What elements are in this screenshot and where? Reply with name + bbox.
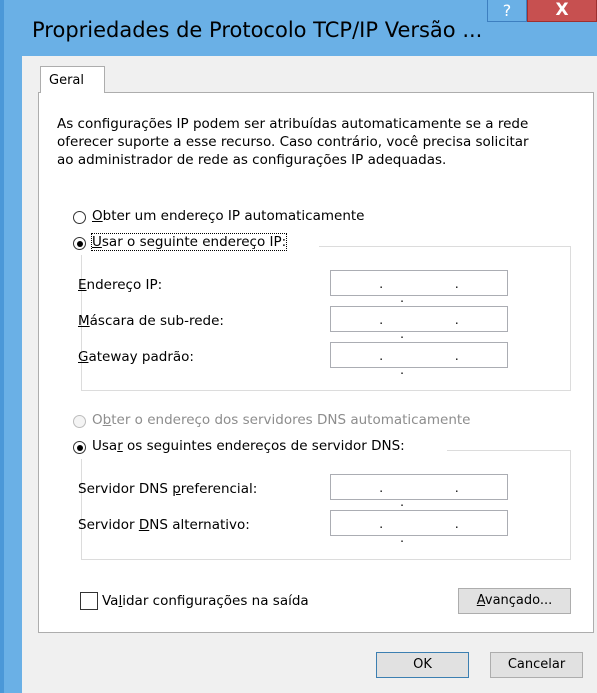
ip-address-label: Endereço IP: xyxy=(78,277,163,293)
subnet-mask-value: . . . xyxy=(379,313,493,341)
validate-checkbox[interactable] xyxy=(80,592,98,610)
cancel-button[interactable]: Cancelar xyxy=(490,652,583,678)
ip-address-input[interactable]: . . . xyxy=(330,270,508,305)
subnet-mask-label: Máscara de sub-rede: xyxy=(78,313,224,329)
window-title: Propriedades de Protocolo TCP/IP Versão … xyxy=(32,18,483,42)
gateway-value: . . . xyxy=(379,349,493,377)
close-button[interactable]: X xyxy=(527,0,597,22)
title-bar[interactable]: Propriedades de Protocolo TCP/IP Versão … xyxy=(22,0,597,56)
ip-address-value: . . . xyxy=(379,277,493,305)
close-icon: X xyxy=(555,0,569,20)
radio-dns-auto-label[interactable]: Obter o endereço dos servidores DNS auto… xyxy=(92,412,471,428)
tab-geral[interactable]: Geral xyxy=(40,66,105,93)
radio-dns-manual-label[interactable]: Usar os seguintes endereços de servidor … xyxy=(92,438,405,454)
advanced-button[interactable]: Avançado... xyxy=(458,588,571,614)
radio-ip-auto-label[interactable]: Obter um endereço IP automaticamente xyxy=(92,208,365,224)
preferred-dns-input[interactable]: . . . xyxy=(330,474,508,509)
dialog-client: Geral As configurações IP podem ser atri… xyxy=(22,56,597,693)
alternate-dns-value: . . . xyxy=(379,517,493,545)
radio-ip-manual[interactable] xyxy=(73,237,86,250)
alternate-dns-input[interactable]: . . . xyxy=(330,510,508,545)
window-left-edge xyxy=(0,0,4,693)
help-button[interactable]: ? xyxy=(487,0,527,22)
gateway-input[interactable]: . . . xyxy=(330,342,508,377)
preferred-dns-value: . . . xyxy=(379,481,493,509)
ok-button[interactable]: OK xyxy=(376,652,469,678)
preferred-dns-label: Servidor DNS preferencial: xyxy=(78,481,258,497)
radio-dns-manual[interactable] xyxy=(73,441,86,454)
tab-panel-geral: As configurações IP podem ser atribuídas… xyxy=(38,92,594,633)
radio-dns-auto[interactable] xyxy=(73,415,86,428)
alternate-dns-label: Servidor DNS alternativo: xyxy=(78,517,250,533)
validate-checkbox-label[interactable]: Validar configurações na saída xyxy=(102,593,309,609)
description-text: As configurações IP podem ser atribuídas… xyxy=(57,116,529,168)
tab-label: Geral xyxy=(49,73,84,88)
help-icon: ? xyxy=(502,1,512,20)
gateway-label: Gateway padrão: xyxy=(78,349,194,365)
radio-ip-auto[interactable] xyxy=(73,211,86,224)
radio-ip-manual-label[interactable]: Usar o seguinte endereço IP: xyxy=(90,233,288,251)
subnet-mask-input[interactable]: . . . xyxy=(330,306,508,341)
